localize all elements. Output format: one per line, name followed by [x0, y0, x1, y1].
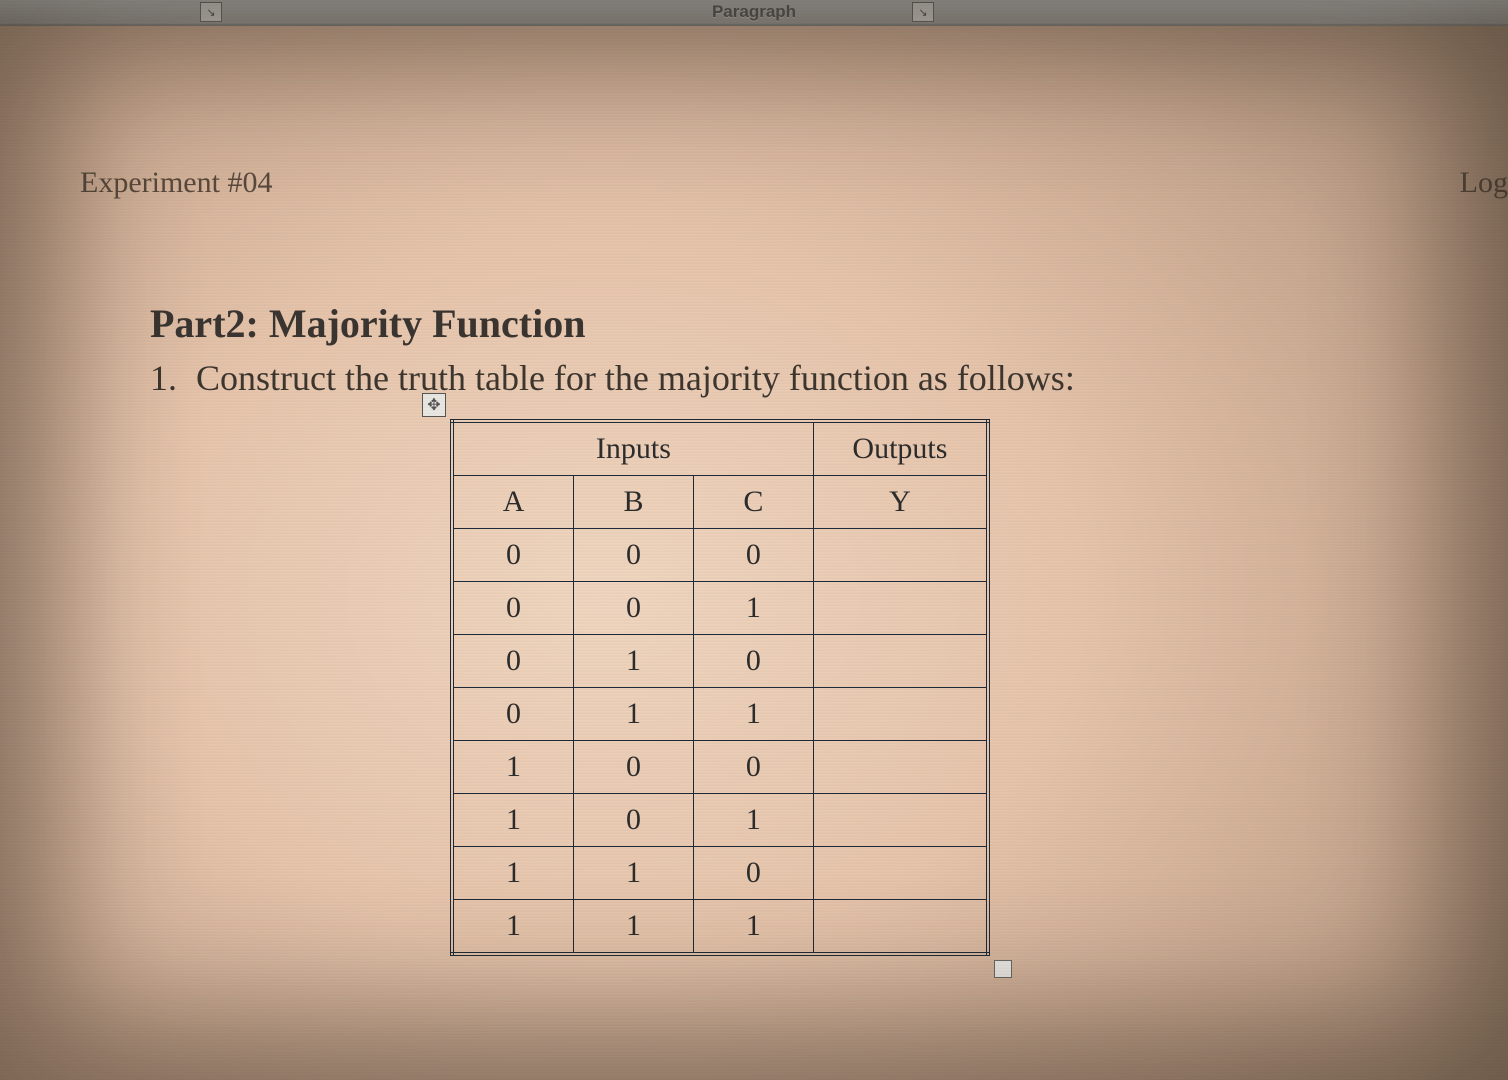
- table-header-cols-row: A B C Y: [452, 476, 988, 529]
- cell-a[interactable]: 0: [452, 688, 574, 741]
- cell-a[interactable]: 0: [452, 582, 574, 635]
- table-row[interactable]: 1 0 1: [452, 794, 988, 847]
- header-inputs: Inputs: [452, 421, 813, 476]
- cell-a[interactable]: 1: [452, 741, 574, 794]
- cell-a[interactable]: 1: [452, 794, 574, 847]
- cell-y[interactable]: [813, 794, 988, 847]
- table-row[interactable]: 0 1 0: [452, 635, 988, 688]
- table-resize-handle-icon[interactable]: [994, 960, 1012, 978]
- cell-c[interactable]: 1: [693, 688, 813, 741]
- cell-b[interactable]: 1: [574, 635, 694, 688]
- cell-y[interactable]: [813, 529, 988, 582]
- table-row[interactable]: 0 0 0: [452, 529, 988, 582]
- cell-y[interactable]: [813, 900, 988, 955]
- section-title: Part2: Majority Function: [150, 300, 1448, 347]
- cell-c[interactable]: 0: [693, 635, 813, 688]
- page-header-right: Log: [1460, 166, 1508, 200]
- cell-a[interactable]: 0: [452, 635, 574, 688]
- cell-c[interactable]: 0: [693, 529, 813, 582]
- cell-b[interactable]: 1: [574, 688, 694, 741]
- table-row[interactable]: 0 1 1: [452, 688, 988, 741]
- cell-c[interactable]: 0: [693, 741, 813, 794]
- col-header-c: C: [693, 476, 813, 529]
- table-row[interactable]: 1 0 0: [452, 741, 988, 794]
- cell-b[interactable]: 0: [574, 582, 694, 635]
- cell-b[interactable]: 0: [574, 794, 694, 847]
- instruction-text: Construct the truth table for the majori…: [196, 357, 1075, 399]
- table-row[interactable]: 1 1 0: [452, 847, 988, 900]
- header-outputs: Outputs: [813, 421, 988, 476]
- cell-b[interactable]: 0: [574, 741, 694, 794]
- col-header-b: B: [574, 476, 694, 529]
- cell-c[interactable]: 1: [693, 794, 813, 847]
- cell-y[interactable]: [813, 635, 988, 688]
- dialog-launcher-icon[interactable]: ↘: [200, 2, 222, 22]
- cell-a[interactable]: 0: [452, 529, 574, 582]
- table-header-group-row: Inputs Outputs: [452, 421, 988, 476]
- cell-y[interactable]: [813, 847, 988, 900]
- dialog-launcher-icon[interactable]: ↘: [912, 2, 934, 22]
- cell-a[interactable]: 1: [452, 900, 574, 955]
- col-header-a: A: [452, 476, 574, 529]
- cell-y[interactable]: [813, 741, 988, 794]
- ribbon-toolbar: ↘ Paragraph ↘: [0, 0, 1508, 26]
- cell-c[interactable]: 0: [693, 847, 813, 900]
- cell-a[interactable]: 1: [452, 847, 574, 900]
- table-move-handle-icon[interactable]: ✥: [422, 393, 446, 417]
- cell-c[interactable]: 1: [693, 900, 813, 955]
- list-number: 1.: [150, 357, 196, 399]
- document-body: Part2: Majority Function 1. Construct th…: [150, 300, 1448, 956]
- cell-b[interactable]: 1: [574, 900, 694, 955]
- table-row[interactable]: 0 0 1: [452, 582, 988, 635]
- truth-table[interactable]: Inputs Outputs A B C Y 0 0 0 0: [450, 419, 990, 956]
- cell-y[interactable]: [813, 582, 988, 635]
- cell-y[interactable]: [813, 688, 988, 741]
- cell-b[interactable]: 0: [574, 529, 694, 582]
- cell-c[interactable]: 1: [693, 582, 813, 635]
- col-header-y: Y: [813, 476, 988, 529]
- ribbon-group-label: Paragraph: [712, 2, 796, 22]
- cell-b[interactable]: 1: [574, 847, 694, 900]
- page-header-left: Experiment #04: [80, 166, 272, 200]
- table-row[interactable]: 1 1 1: [452, 900, 988, 955]
